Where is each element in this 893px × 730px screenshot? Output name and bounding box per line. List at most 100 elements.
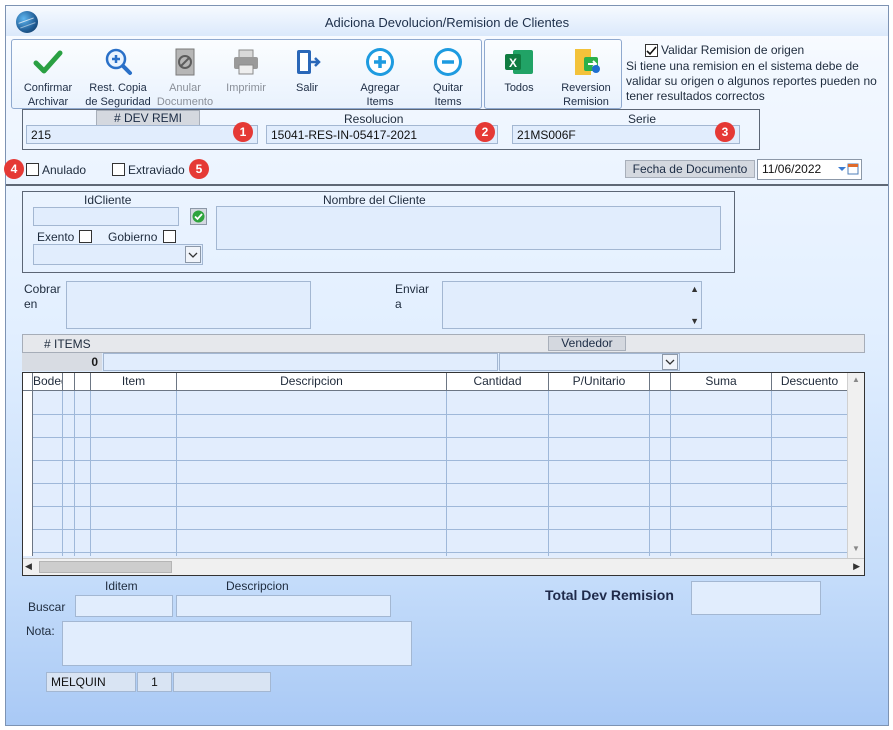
grid-column-line xyxy=(90,391,91,556)
plus-circle-icon xyxy=(364,46,396,78)
serie-field[interactable]: 21MS006F xyxy=(512,125,740,144)
items-bar xyxy=(22,334,865,353)
table-row[interactable] xyxy=(23,414,847,415)
client-name-field[interactable] xyxy=(216,206,721,250)
chevron-down-icon xyxy=(185,246,201,263)
grid-col-blank-1[interactable] xyxy=(63,373,75,391)
exento-label: Exento xyxy=(37,230,75,244)
grid-column-line xyxy=(176,391,177,556)
reversal-label: Reversion Remision xyxy=(561,82,611,108)
vendedor-label: Vendedor xyxy=(548,336,626,351)
resolucion-field[interactable]: 15041-RES-IN-05417-2021 xyxy=(266,125,498,144)
print-label: Imprimir xyxy=(226,82,266,94)
anulado-label: Anulado xyxy=(42,163,87,177)
total-label: Total Dev Remision xyxy=(545,587,674,603)
grid-col-bodega[interactable]: Bodega xyxy=(33,373,63,391)
grid-column-line xyxy=(62,391,63,556)
grid-col-item[interactable]: Item xyxy=(91,373,177,391)
grid-column-line xyxy=(446,391,447,556)
grid-col-blank-3[interactable] xyxy=(650,373,671,391)
scroll-down-icon[interactable]: ▼ xyxy=(850,544,862,556)
scroll-up-icon[interactable]: ▲ xyxy=(850,375,862,387)
void-document-icon xyxy=(169,46,201,78)
cobrar-field[interactable] xyxy=(66,281,311,329)
table-row[interactable] xyxy=(23,437,847,438)
scroll-up-icon[interactable]: ▲ xyxy=(690,284,699,294)
validate-label: Validar Remision de origen xyxy=(661,43,805,57)
void-document-button[interactable]: Anular Documento xyxy=(156,46,214,109)
table-row[interactable] xyxy=(23,460,847,461)
buscar-descripcion-field[interactable] xyxy=(176,595,391,617)
nota-field[interactable] xyxy=(62,621,412,666)
badge-5: 5 xyxy=(189,159,209,179)
total-field xyxy=(691,581,821,615)
vendedor-select[interactable] xyxy=(499,353,680,371)
printer-icon xyxy=(230,46,262,78)
buscar-iditem-field[interactable] xyxy=(75,595,173,617)
zoom-in-icon xyxy=(102,46,134,78)
status-extra-field xyxy=(173,672,271,692)
grid-col-descripcion[interactable]: Descripcion xyxy=(177,373,447,391)
grid-col-suma[interactable]: Suma xyxy=(671,373,772,391)
idcliente-field[interactable] xyxy=(33,207,179,226)
gobierno-label: Gobierno xyxy=(108,230,158,244)
resolucion-label: Resolucion xyxy=(344,112,404,126)
scroll-thumb[interactable] xyxy=(39,561,172,573)
scroll-left-icon[interactable]: ◀ xyxy=(25,561,32,572)
grid-col-cantidad[interactable]: Cantidad xyxy=(447,373,549,391)
minus-circle-icon xyxy=(432,46,464,78)
extraviado-label: Extraviado xyxy=(128,163,185,177)
client-name-label: Nombre del Cliente xyxy=(323,193,426,207)
section-divider xyxy=(6,184,888,186)
iditem-label: Iditem xyxy=(105,579,138,593)
add-items-button[interactable]: Agregar Items xyxy=(352,46,408,109)
exit-button[interactable]: Salir xyxy=(282,46,332,95)
print-button[interactable]: Imprimir xyxy=(220,46,272,95)
table-row[interactable] xyxy=(23,483,847,484)
items-filter-field[interactable] xyxy=(103,353,498,371)
grid-vertical-scrollbar[interactable]: ▲ ▼ xyxy=(847,373,864,558)
grid-horizontal-scrollbar[interactable]: ◀ ▶ xyxy=(23,558,864,575)
grid-column-line xyxy=(649,391,650,556)
items-count: 0 xyxy=(91,355,98,369)
grid-col-selector xyxy=(23,373,33,391)
items-count-cell: 0 xyxy=(22,353,102,371)
table-row[interactable] xyxy=(23,575,847,576)
anulado-checkbox[interactable] xyxy=(26,163,39,176)
calendar-dropdown-icon[interactable] xyxy=(837,163,859,176)
remove-items-button[interactable]: Quitar Items xyxy=(420,46,476,109)
grid-col-punitario[interactable]: P/Unitario xyxy=(549,373,650,391)
dev-remi-field[interactable]: 215 xyxy=(26,125,258,144)
table-row[interactable] xyxy=(23,529,847,530)
add-items-label: Agregar Items xyxy=(360,82,400,108)
toolbar-main: Confirmar Archivar Rest. Copia de Seguri… xyxy=(11,39,482,109)
fecha-field[interactable]: 11/06/2022 xyxy=(757,159,862,180)
table-row[interactable] xyxy=(23,552,847,553)
exento-checkbox[interactable] xyxy=(79,230,92,243)
grid-column-line xyxy=(548,391,549,556)
gobierno-checkbox[interactable] xyxy=(163,230,176,243)
scroll-down-icon[interactable]: ▼ xyxy=(690,316,699,326)
grid-column-line xyxy=(74,391,75,556)
scroll-right-icon[interactable]: ▶ xyxy=(853,561,860,572)
all-label: Todos xyxy=(504,82,534,94)
confirm-client-icon[interactable] xyxy=(190,208,207,225)
client-type-select[interactable] xyxy=(33,244,203,265)
confirm-button[interactable]: Confirmar Archivar xyxy=(18,46,78,109)
items-grid[interactable]: Bodega Item Descripcion Cantidad P/Unita… xyxy=(22,372,865,576)
grid-col-blank-2[interactable] xyxy=(75,373,91,391)
dev-remi-label: # DEV REMI xyxy=(96,110,200,126)
grid-col-descuento[interactable]: Descuento xyxy=(772,373,848,391)
enviar-field[interactable]: ▲ ▼ xyxy=(442,281,702,329)
station-field: 1 xyxy=(137,672,172,692)
toolbar-export: X Todos Reversion Remision xyxy=(484,39,622,109)
validate-checkbox[interactable] xyxy=(645,44,658,57)
extraviado-checkbox[interactable] xyxy=(112,163,125,176)
restore-backup-button[interactable]: Rest. Copia de Seguridad xyxy=(84,46,152,109)
confirm-label: Confirmar Archivar xyxy=(23,82,73,108)
buscar-label: Buscar xyxy=(28,600,66,614)
reversal-button[interactable]: Reversion Remision xyxy=(555,46,617,109)
excel-all-button[interactable]: X Todos xyxy=(495,46,543,95)
table-row[interactable] xyxy=(23,506,847,507)
grid-column-line xyxy=(771,391,772,556)
